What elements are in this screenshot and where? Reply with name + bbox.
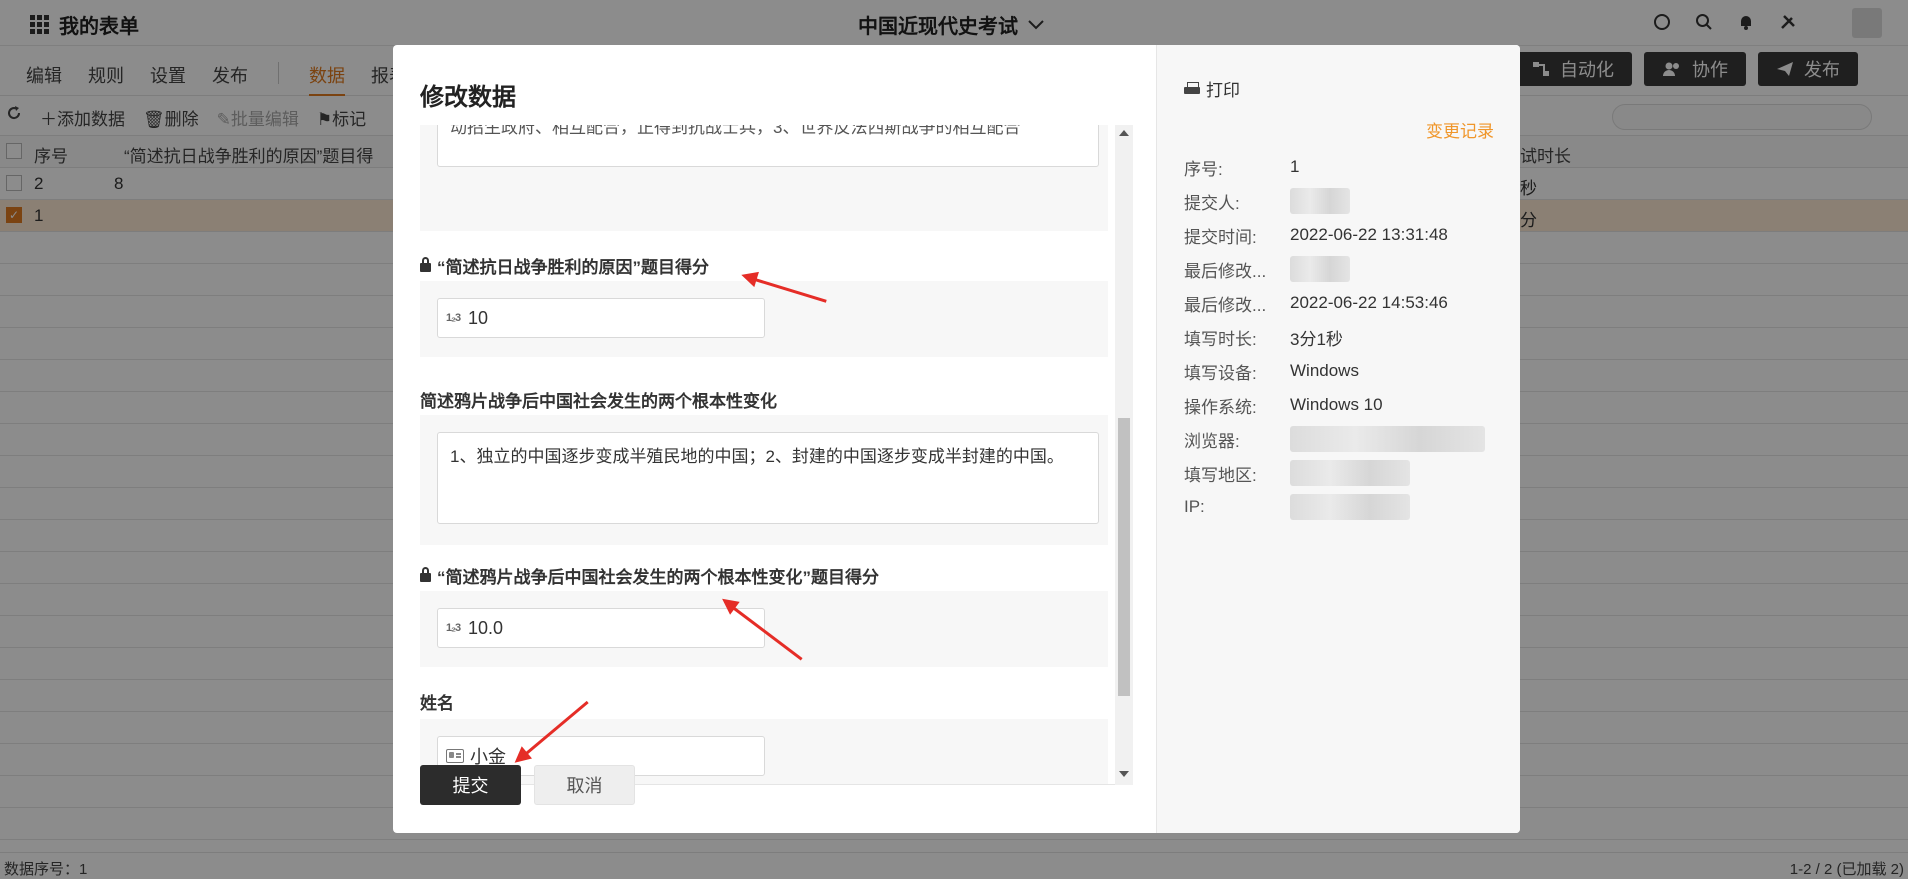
answer-text: 1、独立的中国逐步变成半殖民地的中国；2、封建的中国逐步变成半封建的中国。 (450, 447, 1064, 466)
score-2-value: 10.0 (468, 617, 504, 638)
redacted-value (1290, 256, 1350, 282)
lock-icon (420, 567, 431, 582)
partial-textarea-text: 动招生政府、相互配合，正得到抗战士兵，3、世界反法西斯战争的相互配合 (450, 125, 1021, 137)
redacted-value (1290, 426, 1485, 452)
field-label-score-2: “简述鸦片战争后中国社会发生的两个根本性变化”题目得分 (420, 563, 879, 588)
meta-key: IP: (1184, 497, 1205, 516)
lock-icon (420, 257, 431, 272)
score-1-input[interactable]: 1₂3 10 (437, 298, 765, 338)
meta-row: 提交时间: 2022-06-22 13:31:48 (1184, 218, 1504, 252)
field-label-score-1-text: “简述抗日战争胜利的原因”题目得分 (437, 258, 709, 277)
meta-value: Windows (1290, 361, 1359, 380)
meta-key: 最后修改... (1184, 261, 1267, 281)
field-label-name: 姓名 (420, 689, 454, 714)
redacted-value (1290, 460, 1410, 486)
meta-key: 浏览器: (1184, 431, 1240, 451)
meta-row: 填写地区: (1184, 456, 1504, 490)
change-log-link[interactable]: 变更记录 (1426, 117, 1494, 142)
meta-row: 提交人: (1184, 184, 1504, 218)
meta-key: 填写设备: (1184, 363, 1257, 383)
submit-button[interactable]: 提交 (420, 765, 521, 805)
meta-key: 填写地区: (1184, 465, 1257, 485)
number-icon: 1₂3 (446, 622, 461, 634)
field-block-score-1: 1₂3 10 (420, 281, 1108, 357)
meta-key: 序号: (1184, 159, 1223, 179)
modal-form-pane: 修改数据 动招生政府、相互配合，正得到抗战士兵，3、世界反法西斯战争的相互配合 … (393, 45, 1156, 833)
meta-key: 填写时长: (1184, 329, 1257, 349)
meta-row: 操作系统: Windows 10 (1184, 388, 1504, 422)
meta-row: 填写设备: Windows (1184, 354, 1504, 388)
score-1-value: 10 (468, 307, 489, 328)
redacted-value (1290, 494, 1410, 520)
answer-textarea[interactable]: 1、独立的中国逐步变成半殖民地的中国；2、封建的中国逐步变成半封建的中国。 (437, 432, 1099, 524)
cancel-button[interactable]: 取消 (534, 765, 635, 805)
scroll-thumb[interactable] (1118, 418, 1130, 696)
field-label-score-2-text: “简述鸦片战争后中国社会发生的两个根本性变化”题目得分 (437, 568, 879, 587)
score-2-input[interactable]: 1₂3 10.0 (437, 608, 765, 648)
meta-row: 浏览器: (1184, 422, 1504, 456)
edit-data-modal: 修改数据 动招生政府、相互配合，正得到抗战士兵，3、世界反法西斯战争的相互配合 … (393, 45, 1520, 833)
modal-title: 修改数据 (420, 84, 516, 111)
record-info-pane: 打印 变更记录 序号: 1 提交人: 提交时间: 2022-06-22 13:31:… (1156, 45, 1520, 833)
meta-value: Windows 10 (1290, 395, 1383, 414)
meta-key: 最后修改... (1184, 295, 1267, 315)
field-label-answer: 简述鸦片战争后中国社会发生的两个根本性变化 (420, 387, 777, 412)
field-label-answer-text: 简述鸦片战争后中国社会发生的两个根本性变化 (420, 392, 777, 411)
printer-icon (1184, 82, 1200, 95)
submit-button-label: 提交 (452, 776, 489, 796)
cancel-button-label: 取消 (566, 776, 603, 796)
number-icon: 1₂3 (446, 312, 461, 324)
print-label: 打印 (1206, 81, 1240, 100)
meta-value: 1 (1290, 157, 1300, 176)
meta-row: 序号: 1 (1184, 150, 1504, 184)
redacted-value (1290, 188, 1350, 214)
meta-row: 最后修改... (1184, 252, 1504, 286)
field-label-score-1: “简述抗日战争胜利的原因”题目得分 (420, 253, 709, 278)
print-button[interactable]: 打印 (1184, 76, 1240, 101)
scroll-down-arrow-icon[interactable] (1119, 771, 1129, 777)
meta-row: IP: (1184, 490, 1504, 524)
record-meta-list: 序号: 1 提交人: 提交时间: 2022-06-22 13:31:48 最后修改.… (1184, 150, 1504, 524)
field-block-partial: 动招生政府、相互配合，正得到抗战士兵，3、世界反法西斯战争的相互配合 (420, 125, 1108, 231)
scroll-up-arrow-icon[interactable] (1119, 130, 1129, 136)
form-scroll-area[interactable]: 动招生政府、相互配合，正得到抗战士兵，3、世界反法西斯战争的相互配合 “简述抗日… (420, 125, 1130, 785)
field-block-answer: 1、独立的中国逐步变成半殖民地的中国；2、封建的中国逐步变成半封建的中国。 (420, 415, 1108, 545)
meta-row: 最后修改... 2022-06-22 14:53:46 (1184, 286, 1504, 320)
field-label-name-text: 姓名 (420, 694, 454, 713)
meta-value: 2022-06-22 13:31:48 (1290, 225, 1448, 244)
partial-textarea[interactable]: 动招生政府、相互配合，正得到抗战士兵，3、世界反法西斯战争的相互配合 (437, 125, 1099, 167)
meta-value: 2022-06-22 14:53:46 (1290, 293, 1448, 312)
meta-value: 3分1秒 (1290, 329, 1343, 349)
form-scrollbar[interactable] (1115, 125, 1133, 785)
meta-key: 操作系统: (1184, 397, 1257, 417)
meta-key: 提交时间: (1184, 227, 1257, 247)
id-card-icon (446, 749, 464, 763)
meta-row: 填写时长: 3分1秒 (1184, 320, 1504, 354)
meta-key: 提交人: (1184, 193, 1240, 213)
